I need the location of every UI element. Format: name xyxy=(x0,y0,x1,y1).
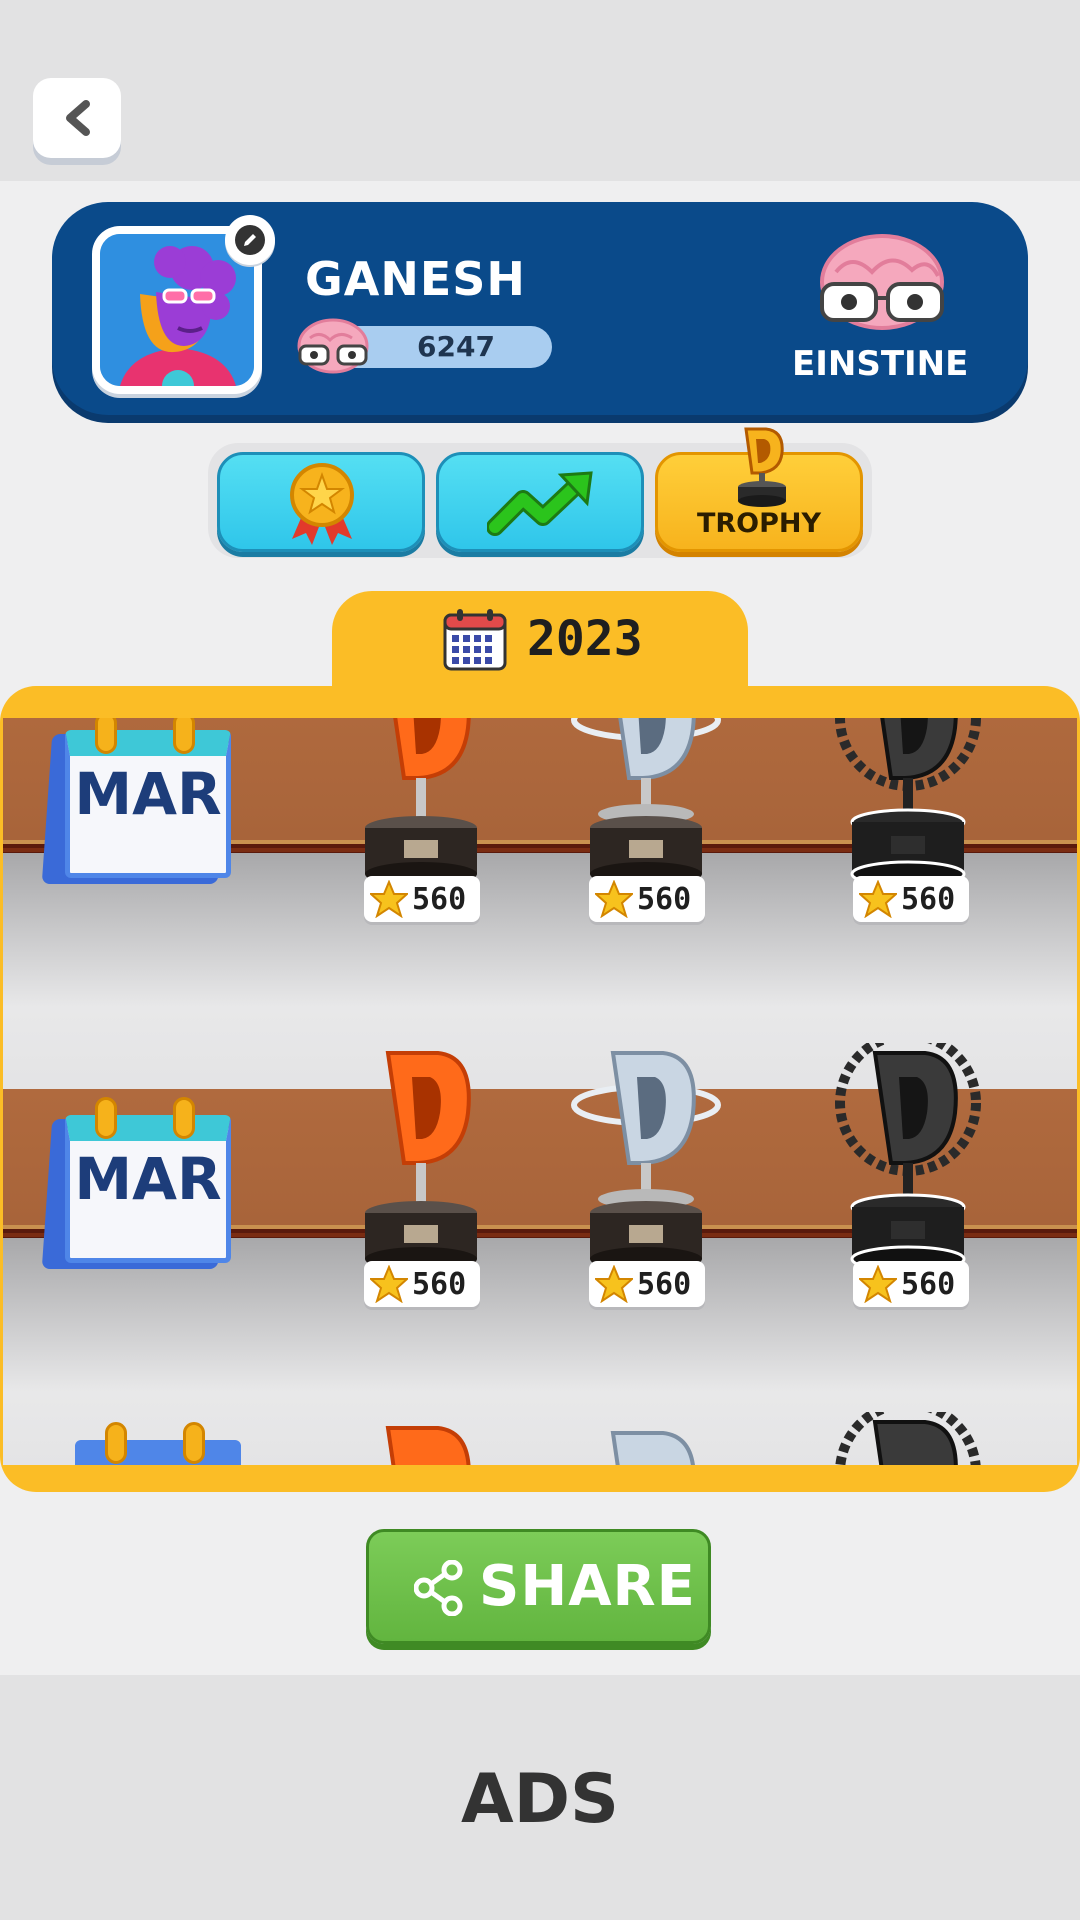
silver-trophy-icon[interactable] xyxy=(571,1043,721,1273)
brain-icon xyxy=(297,318,369,374)
year-label: 2023 xyxy=(527,611,643,667)
star-icon xyxy=(859,1265,897,1303)
silver-trophy-icon[interactable] xyxy=(571,718,721,888)
share-button[interactable]: SHARE xyxy=(366,1529,711,1644)
black-trophy-icon[interactable] xyxy=(833,718,983,888)
rank-name: EINSTINE xyxy=(792,344,969,384)
black-trophy-icon[interactable] xyxy=(833,1043,983,1273)
trophy-icon xyxy=(738,427,786,507)
star-icon xyxy=(370,1265,408,1303)
share-icon xyxy=(414,1560,463,1616)
score-value: 6247 xyxy=(417,330,495,363)
orange-trophy-icon[interactable] xyxy=(346,1418,496,1465)
tab-stats[interactable] xyxy=(436,452,644,552)
tab-achievements[interactable] xyxy=(217,452,425,552)
trend-up-icon xyxy=(487,471,593,536)
month-calendar xyxy=(65,1422,241,1465)
trophy-points: 560 xyxy=(364,1261,480,1307)
tab-trophy-label: TROPHY xyxy=(696,508,822,539)
orange-trophy-icon[interactable] xyxy=(346,718,496,888)
trophy-points: 560 xyxy=(589,1261,705,1307)
trophy-shelves[interactable]: MAR 560 560 560 MAR 560 560 560 xyxy=(3,718,1077,1465)
edit-avatar-button[interactable] xyxy=(225,215,275,265)
calendar-icon xyxy=(443,609,507,671)
pencil-icon xyxy=(235,225,265,255)
medal-icon xyxy=(290,463,354,545)
year-selector[interactable]: 2023 xyxy=(332,591,748,701)
month-label: MAR xyxy=(74,1145,222,1213)
star-icon xyxy=(595,1265,633,1303)
chevron-left-icon xyxy=(66,100,90,136)
back-button[interactable] xyxy=(33,78,121,158)
star-icon xyxy=(595,880,633,918)
ads-banner[interactable]: ADS xyxy=(0,1675,1080,1920)
ads-label: ADS xyxy=(460,1760,620,1839)
trophy-points: 560 xyxy=(853,1261,969,1307)
tab-trophy[interactable]: TROPHY xyxy=(655,427,863,552)
trophy-points: 560 xyxy=(853,876,969,922)
month-label: MAR xyxy=(74,760,222,828)
profile-card: GANESH 6247 EINSTINE xyxy=(52,202,1028,415)
orange-trophy-icon[interactable] xyxy=(346,1043,496,1273)
user-name: GANESH xyxy=(305,252,526,306)
star-icon xyxy=(859,880,897,918)
month-calendar: MAR xyxy=(41,1097,231,1269)
star-icon xyxy=(370,880,408,918)
silver-trophy-icon[interactable] xyxy=(571,1423,721,1465)
black-trophy-icon[interactable] xyxy=(833,1412,983,1465)
share-label: SHARE xyxy=(479,1554,696,1619)
profile-tabs: TROPHY xyxy=(208,427,872,558)
month-calendar: MAR xyxy=(41,718,231,884)
trophy-points: 560 xyxy=(589,876,705,922)
score-pill: 6247 xyxy=(297,318,552,374)
trophy-cabinet: MAR 560 560 560 MAR 560 560 560 xyxy=(0,686,1080,1492)
rank-brain-icon xyxy=(820,234,944,330)
top-bar xyxy=(0,0,1080,181)
trophy-points: 560 xyxy=(364,876,480,922)
